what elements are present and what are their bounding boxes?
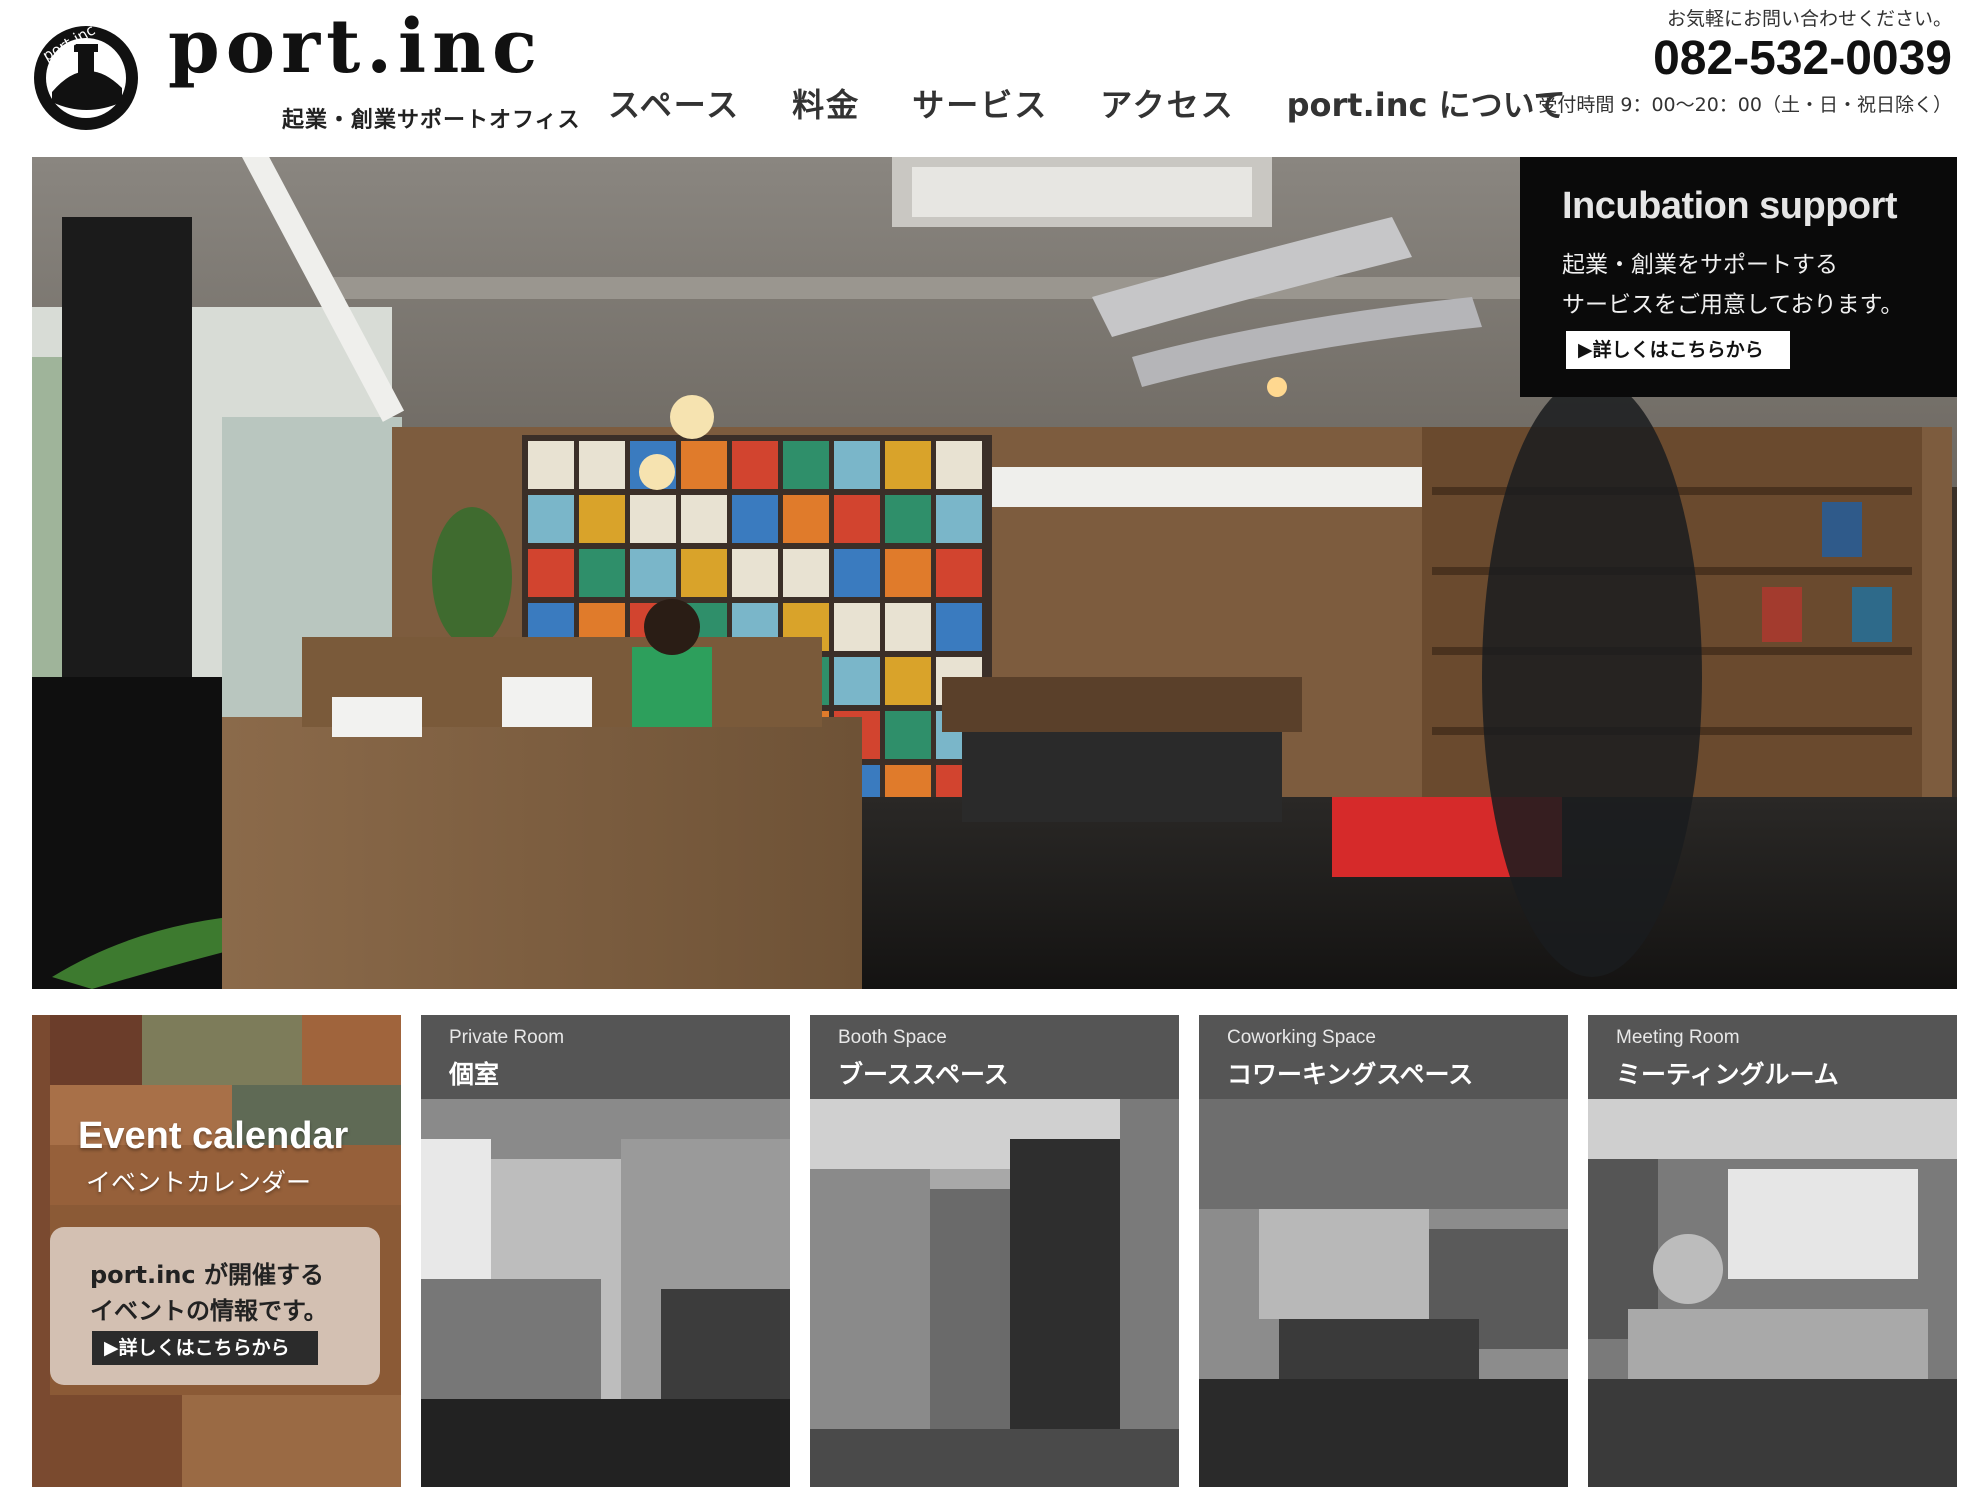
tile-label-ja: 個室 bbox=[449, 1060, 500, 1089]
contact-hours: 受付時間 9：00～20：00（土・日・祝日除く） bbox=[1538, 94, 1952, 116]
locker-door bbox=[885, 603, 931, 651]
locker-door bbox=[834, 603, 880, 651]
locker-door bbox=[834, 441, 880, 489]
event-info-line-2: イベントの情報です。 bbox=[90, 1297, 328, 1325]
site-header: port.inc port.inc 起業・創業サポートオフィス スペース 料金 … bbox=[0, 0, 1964, 150]
locker-door bbox=[783, 495, 829, 543]
feature-tiles: Event calendar イベントカレンダー port.inc が開催する … bbox=[32, 1015, 1957, 1487]
tile-label-en: Meeting Room bbox=[1616, 1027, 1740, 1048]
locker-door bbox=[528, 495, 574, 543]
tile-label-ja: コワーキングスペース bbox=[1227, 1060, 1474, 1089]
incubation-support-box[interactable]: Incubation support 起業・創業をサポートする サービスをご用意… bbox=[1520, 157, 1957, 397]
locker-door bbox=[936, 549, 982, 597]
locker-door bbox=[936, 441, 982, 489]
main-nav: スペース 料金 サービス アクセス port.inc について bbox=[608, 80, 1566, 130]
logo-badge-icon: port.inc bbox=[34, 22, 138, 130]
tile-label-en: Private Room bbox=[449, 1027, 565, 1048]
contact-lead: お気軽にお問い合わせください。 bbox=[1666, 8, 1952, 30]
tile-private-room[interactable]: Private Room 個室 bbox=[421, 1015, 790, 1487]
locker-door bbox=[885, 711, 931, 759]
tile-label-ja: ブーススペース bbox=[838, 1060, 1009, 1089]
tile-header: Private Room 個室 bbox=[421, 1015, 790, 1099]
locker-door bbox=[885, 549, 931, 597]
locker-door bbox=[681, 549, 727, 597]
locker-door bbox=[681, 441, 727, 489]
tile-label-en: Coworking Space bbox=[1227, 1027, 1376, 1048]
hero-banner: Incubation support 起業・創業をサポートする サービスをご用意… bbox=[32, 157, 1957, 989]
tile-coworking-space[interactable]: Coworking Space コワーキングスペース bbox=[1199, 1015, 1568, 1487]
incubation-line-2: サービスをご用意しております。 bbox=[1562, 292, 1904, 318]
contact-phone[interactable]: 082-532-0039 bbox=[1492, 31, 1952, 86]
tile-label-en: Booth Space bbox=[838, 1027, 947, 1048]
logo-wordmark: port.inc bbox=[168, 4, 544, 90]
locker-door bbox=[936, 495, 982, 543]
event-info-line-1: port.inc が開催する bbox=[90, 1261, 324, 1289]
locker-door bbox=[681, 495, 727, 543]
tile-header: Coworking Space コワーキングスペース bbox=[1199, 1015, 1568, 1099]
locker-door bbox=[579, 441, 625, 489]
locker-door bbox=[783, 549, 829, 597]
incubation-line-1: 起業・創業をサポートする bbox=[1562, 252, 1838, 278]
locker-door bbox=[885, 657, 931, 705]
event-details-button[interactable]: ▶詳しくはこちらから bbox=[92, 1331, 318, 1365]
event-calendar-tile[interactable]: Event calendar イベントカレンダー port.inc が開催する … bbox=[32, 1015, 401, 1487]
locker-door bbox=[579, 495, 625, 543]
tile-header: Meeting Room ミーティングルーム bbox=[1588, 1015, 1957, 1099]
locker-door bbox=[732, 441, 778, 489]
tile-label-ja: ミーティングルーム bbox=[1616, 1060, 1839, 1089]
locker-door bbox=[732, 549, 778, 597]
nav-item-pricing[interactable]: 料金 bbox=[792, 80, 860, 130]
logo-tagline: 起業・創業サポートオフィス bbox=[282, 108, 581, 133]
incubation-details-button[interactable]: ▶詳しくはこちらから bbox=[1566, 331, 1790, 369]
locker-door bbox=[783, 441, 829, 489]
contact-block: お気軽にお問い合わせください。 082-532-0039 受付時間 9：00～2… bbox=[1492, 0, 1952, 130]
meeting-room-photo bbox=[1588, 1099, 1957, 1487]
locker-door bbox=[834, 495, 880, 543]
locker-door bbox=[528, 441, 574, 489]
nav-item-services[interactable]: サービス bbox=[912, 80, 1048, 130]
coworking-space-photo bbox=[1199, 1099, 1568, 1487]
locker-door bbox=[885, 441, 931, 489]
nav-item-access[interactable]: アクセス bbox=[1100, 80, 1234, 130]
nav-item-space[interactable]: スペース bbox=[608, 80, 740, 130]
locker-door bbox=[885, 495, 931, 543]
incubation-description: 起業・創業をサポートする サービスをご用意しております。 bbox=[1562, 245, 1903, 325]
locker-door bbox=[732, 495, 778, 543]
locker-door bbox=[528, 549, 574, 597]
locker-door bbox=[834, 549, 880, 597]
locker-door bbox=[630, 549, 676, 597]
locker-door bbox=[579, 549, 625, 597]
event-info-text: port.inc が開催する イベントの情報です。 bbox=[90, 1257, 328, 1329]
site-logo[interactable]: port.inc port.inc 起業・創業サポートオフィス bbox=[30, 4, 580, 133]
event-calendar-subtitle: イベントカレンダー bbox=[86, 1168, 312, 1197]
tile-meeting-room[interactable]: Meeting Room ミーティングルーム bbox=[1588, 1015, 1957, 1487]
locker-door bbox=[834, 657, 880, 705]
locker-door bbox=[630, 495, 676, 543]
private-room-photo bbox=[421, 1099, 790, 1487]
tile-booth-space[interactable]: Booth Space ブーススペース bbox=[810, 1015, 1179, 1487]
booth-space-photo bbox=[810, 1099, 1179, 1487]
locker-door bbox=[936, 603, 982, 651]
incubation-title: Incubation support bbox=[1562, 185, 1898, 227]
tile-header: Booth Space ブーススペース bbox=[810, 1015, 1179, 1099]
event-calendar-title: Event calendar bbox=[78, 1115, 349, 1157]
